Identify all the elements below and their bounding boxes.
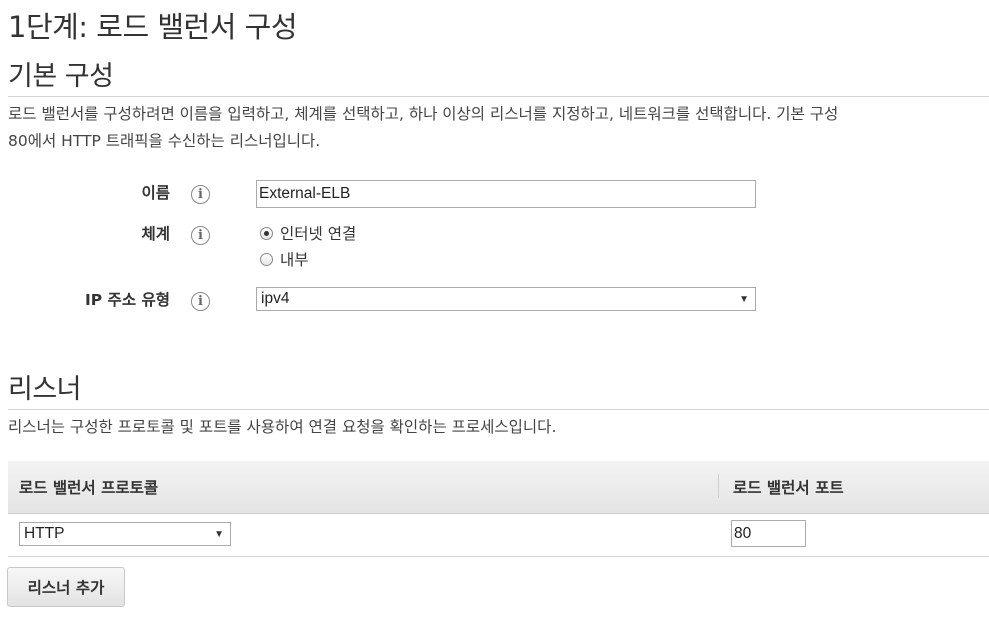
- protocol-select[interactable]: HTTP ▼: [19, 522, 231, 546]
- basic-config-heading: 기본 구성: [8, 61, 114, 92]
- listeners-description-text: 리스너는 구성한 프로토콜 및 포트를 사용하여 연결 요청을 확인하는 프로세…: [8, 418, 557, 436]
- scheme-option-internet-facing[interactable]: 인터넷 연결: [260, 222, 356, 244]
- name-input[interactable]: [256, 180, 756, 208]
- basic-config-description: 로드 밸런서를 구성하려면 이름을 입력하고, 체계를 선택하고, 하나 이상의…: [8, 101, 989, 155]
- divider: [8, 409, 989, 410]
- divider: [8, 96, 989, 97]
- chevron-down-icon: ▼: [739, 293, 749, 305]
- name-info-icon[interactable]: i: [191, 185, 210, 204]
- add-listener-button[interactable]: 리스너 추가: [7, 567, 125, 607]
- listeners-table-header: 로드 밸런서 프로토콜 로드 밸런서 포트: [8, 461, 989, 514]
- radio-checked[interactable]: [260, 226, 273, 240]
- ip-type-label: IP 주소 유형: [85, 291, 170, 309]
- description-line-1: 로드 밸런서를 구성하려면 이름을 입력하고, 체계를 선택하고, 하나 이상의…: [8, 105, 839, 123]
- column-header-protocol: 로드 밸런서 프로토콜: [19, 479, 159, 497]
- scheme-option-label: 내부: [280, 251, 309, 269]
- ip-type-info-icon[interactable]: i: [191, 292, 210, 311]
- scheme-option-label: 인터넷 연결: [280, 225, 357, 243]
- scheme-label: 체계: [141, 225, 170, 243]
- page-title: 1단계: 로드 밸런서 구성: [8, 10, 298, 44]
- listeners-heading: 리스너: [8, 374, 82, 405]
- scheme-option-internal[interactable]: 내부: [260, 248, 309, 270]
- protocol-value: HTTP: [24, 525, 65, 542]
- column-divider: [718, 474, 719, 498]
- radio-unchecked[interactable]: [260, 252, 273, 266]
- port-input[interactable]: [731, 520, 806, 547]
- ip-type-select[interactable]: ipv4 ▼: [256, 287, 756, 311]
- scheme-info-icon: i: [191, 226, 210, 245]
- column-header-port: 로드 밸런서 포트: [733, 479, 844, 497]
- description-line-2: 80에서 HTTP 트래픽을 수신하는 리스너입니다.: [8, 132, 321, 150]
- listeners-description: 리스너는 구성한 프로토콜 및 포트를 사용하여 연결 요청을 확인하는 프로세…: [8, 414, 989, 441]
- ip-type-value: ipv4: [261, 290, 290, 307]
- table-row: HTTP ▼: [8, 513, 989, 557]
- chevron-down-icon: ▼: [214, 528, 224, 540]
- name-label: 이름: [141, 184, 170, 202]
